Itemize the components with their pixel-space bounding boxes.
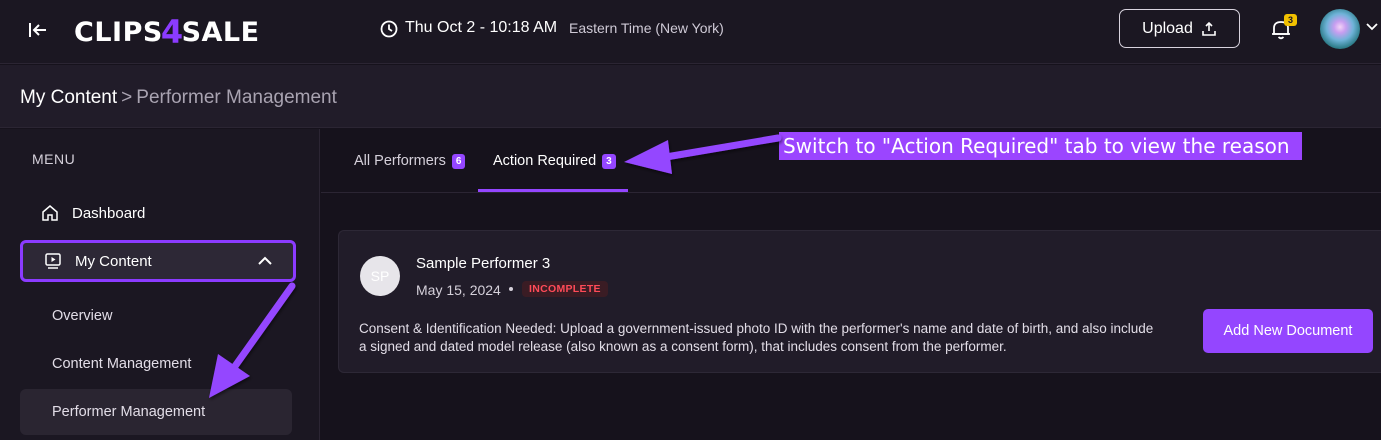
upload-button-label: Upload [1142, 19, 1193, 37]
clock-icon [380, 20, 398, 38]
status-badge: INCOMPLETE [522, 281, 608, 297]
notification-badge: 3 [1284, 14, 1297, 26]
performer-avatar: SP [360, 256, 400, 296]
action-description: Consent & Identification Needed: Upload … [359, 321, 1154, 354]
current-datetime: Thu Oct 2 - 10:18 AM [405, 19, 558, 36]
tab-label: All Performers [354, 153, 446, 169]
timezone-label[interactable]: Eastern Time (New York) [569, 20, 724, 36]
top-bar: CLIPS 4 SALE Thu Oct 2 - 10:18 AM Easter… [0, 0, 1381, 64]
annotation-callout: Switch to "Action Required" tab to view … [779, 132, 1302, 160]
performer-date: May 15, 2024 [416, 282, 501, 298]
breadcrumb-current: Performer Management [136, 87, 337, 108]
sidebar-subitem-performer-management[interactable]: Performer Management [20, 389, 292, 435]
tab-label: Action Required [493, 153, 597, 169]
tab-all-performers[interactable]: All Performers 6 [354, 153, 466, 169]
chevron-down-icon[interactable] [1365, 22, 1379, 32]
avatar[interactable] [1320, 9, 1360, 49]
sidebar-subitem-label: Content Management [52, 356, 192, 372]
performer-card: SP Sample Performer 3 May 15, 2024 INCOM… [338, 230, 1381, 373]
tab-action-required[interactable]: Action Required 3 [493, 153, 616, 169]
sidebar-item-label: Dashboard [72, 204, 146, 222]
logo-text-right: SALE [181, 16, 260, 48]
media-icon [45, 253, 61, 269]
sidebar-item-dashboard[interactable]: Dashboard [20, 193, 296, 233]
sidebar-subitem-content-management[interactable]: Content Management [20, 341, 292, 387]
breadcrumb-bar: My Content > Performer Management [0, 65, 1381, 128]
tab-count-badge: 3 [602, 153, 616, 169]
collapse-sidebar-icon[interactable] [26, 18, 50, 42]
breadcrumb-root[interactable]: My Content [20, 87, 117, 108]
sidebar: MENU Dashboard My Content Overview Conte… [0, 129, 320, 440]
tab-count-badge: 6 [451, 153, 466, 169]
sidebar-subitem-label: Overview [52, 308, 113, 324]
breadcrumb: My Content > Performer Management [20, 87, 337, 109]
active-tab-indicator [478, 189, 628, 192]
separator-dot [509, 287, 513, 291]
breadcrumb-separator: > [121, 87, 133, 108]
menu-label: MENU [32, 151, 76, 167]
home-icon [42, 205, 58, 221]
sidebar-subitem-overview[interactable]: Overview [20, 293, 292, 339]
sidebar-subitem-label: Performer Management [52, 404, 206, 420]
upload-button[interactable]: Upload [1119, 9, 1240, 48]
add-new-document-button[interactable]: Add New Document [1203, 309, 1373, 353]
logo[interactable]: CLIPS 4 SALE [74, 13, 260, 51]
logo-bolt: 4 [160, 13, 184, 51]
performer-name[interactable]: Sample Performer 3 [416, 255, 550, 272]
upload-icon [1202, 21, 1216, 36]
chevron-up-icon[interactable] [257, 254, 273, 268]
logo-text-left: CLIPS [74, 16, 163, 48]
sidebar-item-label: My Content [75, 252, 152, 270]
sidebar-item-my-content[interactable]: My Content [20, 240, 296, 282]
